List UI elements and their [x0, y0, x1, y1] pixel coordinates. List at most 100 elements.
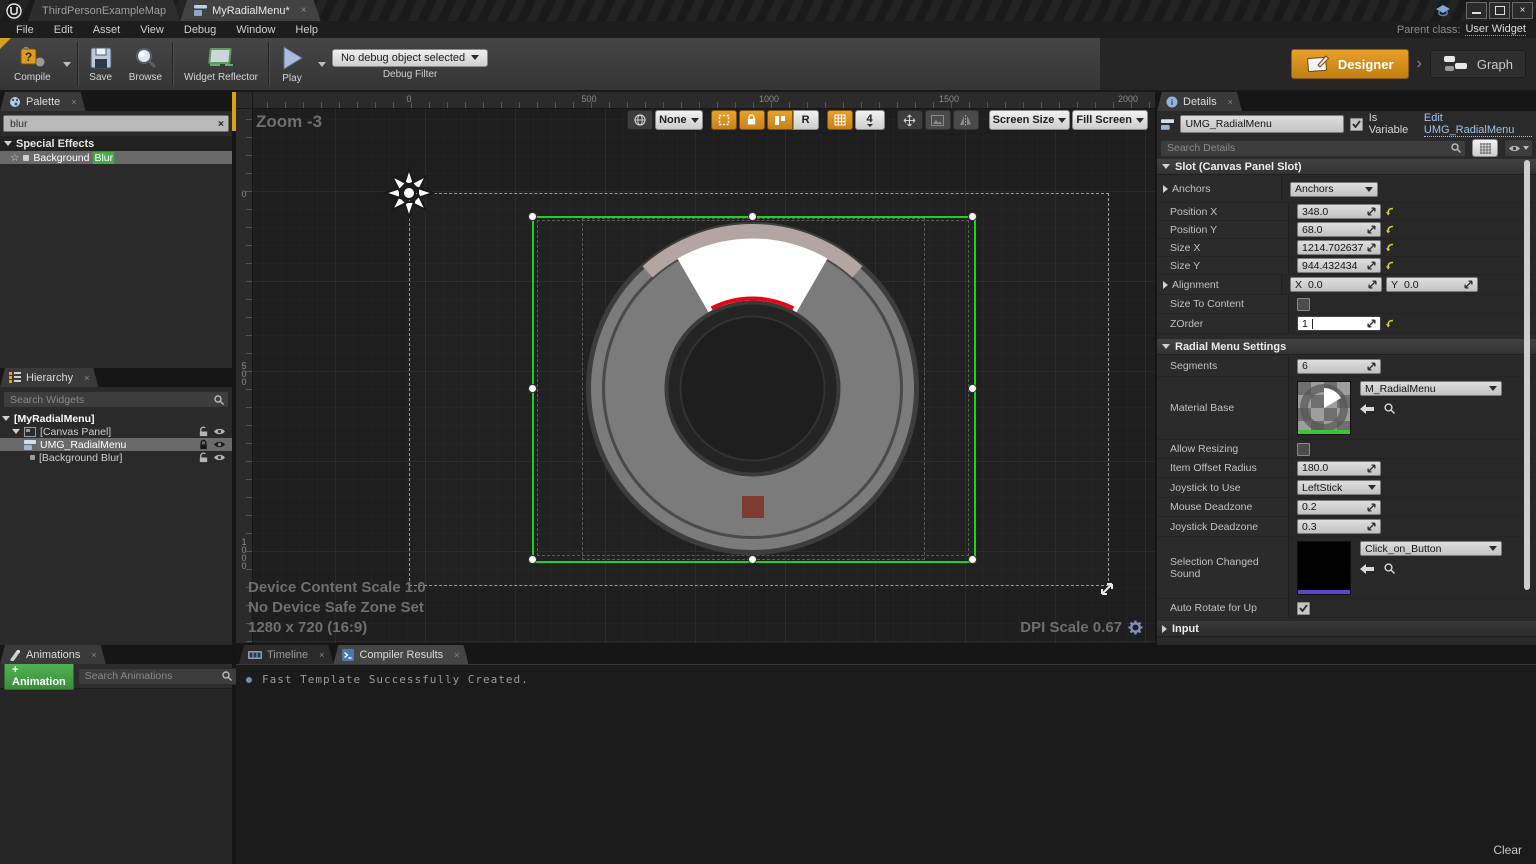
auto-rotate-checkbox[interactable] [1297, 602, 1310, 615]
render-transform-button[interactable]: R [793, 110, 819, 130]
reset-to-default-icon[interactable] [1385, 319, 1395, 329]
details-scrollbar[interactable] [1524, 160, 1530, 590]
resize-handle-s[interactable] [748, 555, 757, 564]
tab-widget-blueprint[interactable]: MyRadialMenu* × [180, 0, 321, 21]
resize-handle-n[interactable] [748, 212, 757, 221]
use-selected-asset-icon[interactable] [1360, 404, 1374, 414]
allow-resizing-checkbox[interactable] [1297, 443, 1310, 456]
localization-preview-button[interactable] [627, 110, 653, 130]
zoom-to-fit-button[interactable] [897, 110, 923, 130]
resize-handle-icon[interactable] [1099, 581, 1115, 597]
anchors-dropdown[interactable]: Anchors [1290, 182, 1378, 197]
grid-snap-size-dropdown[interactable]: 4 [855, 110, 885, 130]
resize-handle-w[interactable] [528, 384, 537, 393]
maximize-button[interactable] [1489, 2, 1510, 19]
menu-edit[interactable]: Edit [44, 21, 83, 38]
close-icon[interactable]: × [1228, 97, 1233, 107]
material-asset-dropdown[interactable]: M_RadialMenu [1360, 381, 1502, 396]
palette-category-special-effects[interactable]: Special Effects [0, 136, 232, 151]
hierarchy-canvas-panel[interactable]: [Canvas Panel] [0, 425, 232, 438]
resize-handle-ne[interactable] [968, 212, 977, 221]
grid-snap-button[interactable] [827, 110, 853, 130]
sound-asset-dropdown[interactable]: Click_on_Button [1360, 541, 1502, 556]
hierarchy-root[interactable]: [MyRadialMenu] [0, 412, 232, 425]
menu-window[interactable]: Window [226, 21, 285, 38]
resize-handle-nw[interactable] [528, 212, 537, 221]
edit-widget-link[interactable]: Edit UMG_RadialMenu [1424, 112, 1532, 137]
designer-canvas[interactable]: 0 500 1000 1500 2000 0 500 1000 Zoom -3 [236, 92, 1155, 643]
compile-button[interactable]: ? Compile [6, 38, 59, 90]
menu-debug[interactable]: Debug [174, 21, 226, 38]
save-button[interactable]: Save [81, 38, 121, 90]
browse-to-asset-icon[interactable] [1384, 563, 1395, 574]
clear-log-button[interactable]: Clear [1493, 843, 1522, 857]
menu-file[interactable]: File [6, 21, 44, 38]
close-button[interactable]: × [1512, 2, 1533, 19]
alignment-y-input[interactable]: Y 0.0 [1386, 277, 1478, 292]
hierarchy-background-blur[interactable]: [Background Blur] [0, 451, 232, 464]
browse-button[interactable]: Browse [121, 38, 170, 90]
resize-handle-e[interactable] [968, 384, 977, 393]
reset-to-default-icon[interactable] [1385, 243, 1395, 253]
play-button[interactable]: Play [272, 38, 312, 90]
widget-reflector-button[interactable]: Widget Reflector [176, 38, 266, 90]
close-icon[interactable]: × [454, 650, 459, 660]
unlock-icon[interactable] [198, 426, 209, 437]
dpi-settings-gear-icon[interactable] [1128, 620, 1143, 635]
compile-options-caret[interactable] [63, 62, 71, 67]
play-options-caret[interactable] [318, 62, 326, 67]
graph-mode-button[interactable]: Graph [1430, 50, 1526, 78]
visibility-eye-icon[interactable] [213, 440, 226, 449]
tab-hierarchy[interactable]: Hierarchy × [0, 368, 98, 387]
section-input[interactable]: Input [1157, 621, 1536, 637]
close-icon[interactable]: × [319, 650, 324, 660]
palette-search-input[interactable] [8, 117, 218, 131]
size-y-input[interactable]: 944.432434 [1297, 258, 1381, 273]
clear-search-icon[interactable]: × [218, 118, 224, 130]
menu-asset[interactable]: Asset [83, 21, 131, 38]
browse-to-asset-icon[interactable] [1384, 403, 1395, 414]
reset-to-default-icon[interactable] [1385, 261, 1395, 271]
tab-timeline[interactable]: Timeline × [239, 645, 333, 664]
anchor-medallion-icon[interactable] [381, 165, 437, 221]
item-offset-radius-input[interactable]: 180.0 [1297, 461, 1381, 476]
resize-handle-sw[interactable] [528, 555, 537, 564]
position-y-input[interactable]: 68.0 [1297, 222, 1381, 237]
log-entry[interactable]: Fast Template Successfully Created. [236, 665, 1536, 694]
alignment-x-input[interactable]: X 0.0 [1290, 277, 1382, 292]
preview-background-button[interactable] [925, 110, 951, 130]
close-icon[interactable]: × [91, 650, 96, 660]
tab-compiler-results[interactable]: Compiler Results × [333, 645, 468, 664]
joystick-dropdown[interactable]: LeftStick [1297, 480, 1381, 495]
debug-object-dropdown[interactable]: No debug object selected [332, 49, 488, 67]
localization-culture-dropdown[interactable]: None [655, 110, 703, 130]
zorder-input[interactable]: 1 [1297, 316, 1381, 331]
joystick-deadzone-input[interactable]: 0.3 [1297, 519, 1381, 534]
unlock-icon[interactable] [198, 452, 209, 463]
respect-locks-button[interactable] [739, 110, 765, 130]
favorite-star-icon[interactable]: ☆ [10, 152, 19, 164]
menu-view[interactable]: View [130, 21, 174, 38]
property-matrix-button[interactable] [1472, 139, 1498, 157]
resize-handle-se[interactable] [968, 555, 977, 564]
close-icon[interactable]: × [71, 97, 76, 107]
use-selected-asset-icon[interactable] [1360, 564, 1374, 574]
segments-input[interactable]: 6 [1297, 359, 1381, 374]
lock-icon[interactable] [198, 439, 209, 450]
fill-screen-dropdown[interactable]: Fill Screen [1072, 110, 1148, 130]
size-to-content-checkbox[interactable] [1297, 298, 1310, 311]
minimize-button[interactable] [1466, 2, 1487, 19]
display-filter-eye-button[interactable] [1504, 139, 1533, 157]
close-icon[interactable]: × [84, 373, 89, 383]
section-slot[interactable]: Slot (Canvas Panel Slot) [1157, 159, 1536, 175]
animations-search-input[interactable] [83, 669, 222, 683]
sound-thumbnail[interactable] [1297, 541, 1351, 595]
size-x-input[interactable]: 1214.702637 [1297, 240, 1381, 255]
visibility-eye-icon[interactable] [213, 427, 226, 436]
visibility-eye-icon[interactable] [213, 453, 226, 462]
is-variable-checkbox[interactable] [1350, 118, 1363, 131]
tab-details[interactable]: i Details × [1157, 92, 1242, 111]
parent-class-link[interactable]: User Widget [1465, 23, 1526, 36]
close-tab-icon[interactable]: × [301, 5, 307, 16]
menu-help[interactable]: Help [285, 21, 328, 38]
